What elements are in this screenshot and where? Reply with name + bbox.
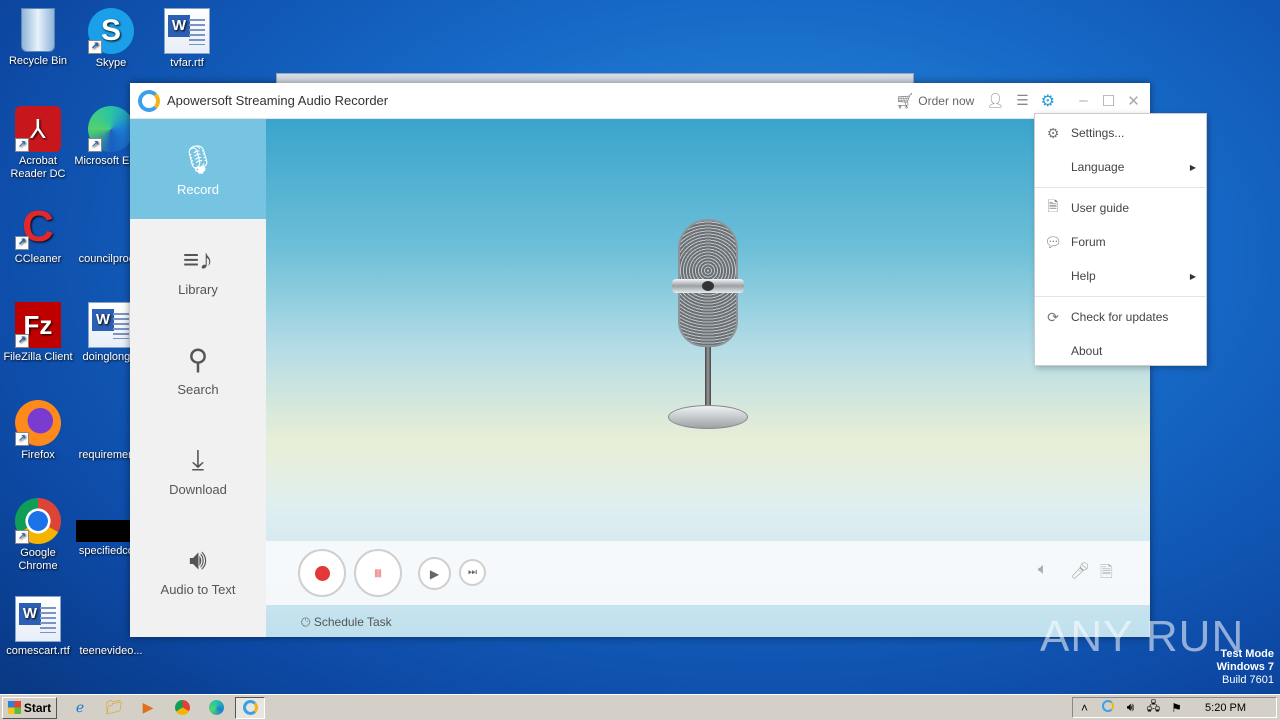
settings-dropdown-menu: ⚙ Settings... Language ▶ 🗎︎ User guide 💬… bbox=[1034, 113, 1207, 366]
desktop-icon-tvfar[interactable]: W tvfar.rtf bbox=[149, 8, 225, 70]
windows-flag-icon bbox=[7, 701, 21, 714]
taskbar-ie-icon[interactable]: ℯ bbox=[65, 697, 95, 719]
firefox-icon: ↗ bbox=[15, 400, 61, 446]
menu-item-forum[interactable]: 💬︎ Forum bbox=[1035, 225, 1206, 259]
gear-icon: ⚙ bbox=[1046, 124, 1060, 141]
acrobat-icon: ⅄ ↗ bbox=[15, 106, 61, 152]
download-icon: ⤓ bbox=[191, 443, 205, 475]
menu-item-user-guide[interactable]: 🗎︎ User guide bbox=[1035, 191, 1206, 225]
submenu-arrow-icon: ▶ bbox=[1189, 271, 1196, 281]
app-logo-icon bbox=[138, 89, 160, 112]
chat-icon: 💬︎ bbox=[1044, 233, 1062, 250]
desktop-icon-ccleaner[interactable]: C ↗ CCleaner bbox=[0, 204, 76, 266]
tray-expand-icon[interactable]: ˄ bbox=[1073, 701, 1096, 715]
taskbar: Start ℯ 📁︎ ▶ ˄ 🔊︎ 🖧 ⚑ 5:20 PM bbox=[0, 694, 1280, 720]
desktop-icon-filezilla[interactable]: Fz ↗ FileZilla Client bbox=[0, 302, 76, 364]
skip-next-icon: ⏭︎ bbox=[468, 567, 477, 578]
document-icon bbox=[88, 596, 134, 642]
menu-item-language[interactable]: Language ▶ bbox=[1035, 150, 1206, 184]
pause-button[interactable]: ⏸︎ bbox=[354, 549, 402, 597]
taskbar-apowersoft-icon[interactable] bbox=[235, 696, 265, 719]
next-button[interactable]: ⏭︎ bbox=[459, 559, 486, 586]
sidebar: 🎙︎ Record ≡♪ Library ⚲ Search ⤓ Download… bbox=[130, 119, 266, 637]
menu-item-about[interactable]: About bbox=[1035, 334, 1206, 368]
library-icon: ≡♪ bbox=[182, 243, 214, 275]
refresh-icon: ⟳ bbox=[1047, 308, 1059, 325]
desktop-icon-acrobat[interactable]: ⅄ ↗ Acrobat Reader DC bbox=[0, 106, 76, 181]
record-button[interactable] bbox=[298, 549, 346, 597]
menu-separator bbox=[1035, 296, 1206, 297]
audio-to-text-icon: 🔊︎ bbox=[189, 543, 207, 575]
taskbar-edge-icon[interactable] bbox=[201, 697, 231, 719]
desktop-icon-skype[interactable]: S ↗ Skype bbox=[73, 8, 149, 70]
playback-controls: ⏸︎ ▶ ⏭︎ 🔈︎ 🎤︎ 🗎︎ bbox=[266, 541, 1150, 605]
list-menu-icon[interactable]: ☰ bbox=[1010, 83, 1035, 118]
nav-search[interactable]: ⚲ Search bbox=[130, 319, 266, 419]
record-panel: ⏸︎ ▶ ⏭︎ 🔈︎ 🎤︎ 🗎︎ 🕒︎ Schedule Task bbox=[266, 119, 1150, 637]
nav-record[interactable]: 🎙︎ Record bbox=[130, 119, 266, 219]
word-document-icon: W bbox=[15, 596, 61, 642]
record-dot-icon bbox=[314, 565, 330, 581]
desktop-icon-recycle-bin[interactable]: Recycle Bin bbox=[0, 8, 76, 68]
taskbar-chrome-icon[interactable] bbox=[167, 697, 197, 719]
schedule-task-button[interactable]: 🕒︎ Schedule Task bbox=[301, 615, 392, 630]
skype-icon: S ↗ bbox=[88, 8, 134, 54]
desktop-icon-comescart[interactable]: W comescart.rtf bbox=[0, 596, 76, 658]
desktop-icon-chrome[interactable]: ↗ Google Chrome bbox=[0, 498, 76, 573]
tray-volume-icon[interactable]: 🔊︎ bbox=[1119, 700, 1142, 715]
tray-apowersoft-icon[interactable] bbox=[1096, 700, 1119, 715]
speaker-icon[interactable]: 🔈︎ bbox=[1038, 561, 1048, 579]
menu-item-check-updates[interactable]: ⟳ Check for updates bbox=[1035, 300, 1206, 334]
filezilla-icon: Fz ↗ bbox=[15, 302, 61, 348]
title-bar[interactable]: Apowersoft Streaming Audio Recorder 🛒︎ O… bbox=[130, 83, 1150, 119]
recycle-bin-icon bbox=[21, 8, 55, 52]
app-window: Apowersoft Streaming Audio Recorder 🛒︎ O… bbox=[130, 83, 1150, 637]
anyrun-watermark: ANY RUN bbox=[1040, 612, 1245, 661]
edge-icon: ↗ bbox=[88, 106, 134, 152]
pause-icon: ⏸︎ bbox=[373, 562, 383, 583]
tray-network-icon[interactable]: 🖧 bbox=[1142, 697, 1165, 718]
nav-audio-to-text[interactable]: 🔊︎ Audio to Text bbox=[130, 519, 266, 619]
menu-separator bbox=[1035, 187, 1206, 188]
nav-library[interactable]: ≡♪ Library bbox=[130, 219, 266, 319]
menu-item-settings[interactable]: ⚙ Settings... bbox=[1035, 116, 1206, 150]
audio-file-icon[interactable]: 🗎︎ bbox=[1100, 561, 1113, 588]
tray-flag-icon[interactable]: ⚑ bbox=[1165, 701, 1188, 715]
order-now-button[interactable]: 🛒︎ Order now bbox=[889, 83, 980, 118]
chrome-icon: ↗ bbox=[15, 498, 61, 544]
taskbar-clock[interactable]: 5:20 PM bbox=[1205, 702, 1246, 714]
taskbar-explorer-icon[interactable]: 📁︎ bbox=[99, 697, 129, 719]
play-button[interactable]: ▶ bbox=[418, 557, 451, 590]
microphone-illustration bbox=[666, 219, 750, 434]
search-icon: ⚲ bbox=[187, 343, 209, 375]
microphone-icon: 🎙︎ bbox=[180, 143, 216, 175]
desktop-icon-firefox[interactable]: ↗ Firefox bbox=[0, 400, 76, 462]
menu-item-help[interactable]: Help ▶ bbox=[1035, 259, 1206, 293]
test-mode-watermark: Test Mode Windows 7 Build 7601 bbox=[1216, 648, 1274, 686]
user-icon[interactable]: 👤︎ bbox=[980, 83, 1010, 118]
submenu-arrow-icon: ▶ bbox=[1189, 162, 1196, 172]
start-button[interactable]: Start bbox=[2, 696, 57, 719]
word-document-icon: W bbox=[88, 302, 134, 348]
clock-icon: 🕒︎ bbox=[301, 615, 311, 629]
app-title: Apowersoft Streaming Audio Recorder bbox=[167, 93, 389, 108]
word-document-icon: W bbox=[164, 8, 210, 54]
nav-download[interactable]: ⤓ Download bbox=[130, 419, 266, 519]
taskbar-media-player-icon[interactable]: ▶ bbox=[133, 697, 163, 719]
document-icon bbox=[88, 400, 134, 446]
document-icon bbox=[88, 204, 134, 250]
system-tray: ˄ 🔊︎ 🖧 ⚑ 5:20 PM bbox=[1072, 697, 1277, 718]
mic-source-icon[interactable]: 🎤︎ bbox=[1070, 561, 1090, 581]
cart-icon: 🛒︎ bbox=[895, 92, 915, 110]
document-icon: 🗎︎ bbox=[1047, 198, 1059, 214]
play-icon: ▶ bbox=[429, 566, 440, 581]
ccleaner-icon: C ↗ bbox=[15, 204, 61, 250]
